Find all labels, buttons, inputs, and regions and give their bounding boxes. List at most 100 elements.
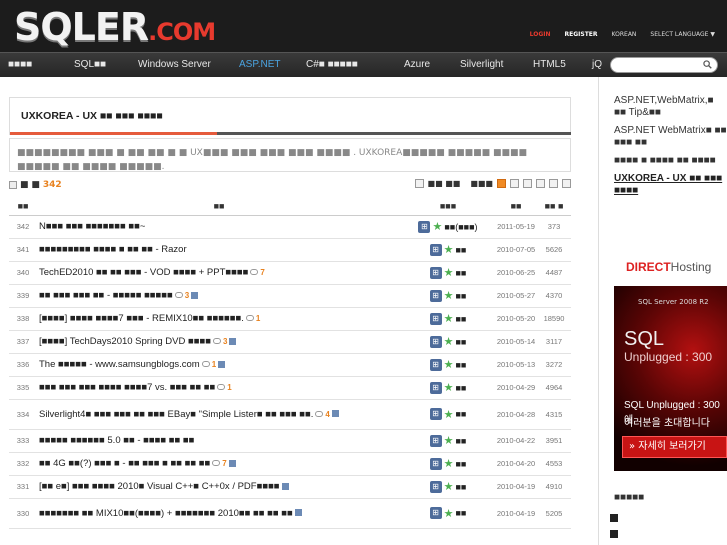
post-title-link[interactable]: ■■■ ■■■ ■■■ ■■■■ ■■■■7 vs. ■■■ ■■ ■■ [39, 382, 215, 393]
writer[interactable]: ⊞ ★ ■■ [429, 243, 466, 256]
nav-item-jquery[interactable]: jQ [592, 53, 602, 77]
sidebar-link-current[interactable]: UXKOREA - UX ■■ ■■■ ■■■■ [614, 173, 727, 197]
post-views: 3951 [537, 429, 571, 453]
writer[interactable]: ⊞ ★ ■■ [429, 381, 466, 394]
table-row[interactable]: 330 ■■■■■■■ ■■ MIX10■■(■■■■) + ■■■■■■■ 20… [9, 498, 571, 529]
table-row[interactable]: 332 ■■ 4G ■■(?) ■■■ ■ - ■■ ■■■ ■ ■■ ■■ ■■… [9, 452, 571, 476]
post-views: 4370 [537, 284, 571, 308]
star-icon: ★ [443, 458, 454, 470]
post-title-link[interactable]: ■■ ■■■ ■■■ ■■ - ■■■■■ ■■■■■ [39, 290, 173, 301]
comment-count[interactable]: 4 [325, 410, 329, 419]
member-icon: ⊞ [429, 507, 442, 519]
post-number: 341 [9, 238, 37, 262]
comment-count[interactable]: 7 [222, 459, 226, 468]
table-header-row: ■■ ■■ ■■■ ■■ ■■ ■ [9, 197, 571, 216]
member-icon: ⊞ [429, 381, 442, 394]
webzine-view-icon[interactable] [549, 179, 558, 188]
writer[interactable]: ⊞ ★ ■■ [429, 457, 466, 470]
member-icon: ⊞ [429, 289, 442, 302]
list-view-icon[interactable] [536, 179, 545, 188]
table-row[interactable]: 341 ■■■■■■■■■ ■■■■ ■ ■■ ■■ - Razor ⊞ ★ ■■ 201… [9, 238, 571, 262]
ad-more-button[interactable]: » 자세히 보러가기 [622, 436, 727, 458]
post-title-link[interactable]: TechED2010 ■■ ■■ ■■■ - VOD ■■■■ + PPT■■■… [39, 267, 248, 278]
writer[interactable]: ⊞ ★ ■■ [429, 312, 467, 325]
post-title-link[interactable]: ■■ 4G ■■(?) ■■■ ■ - ■■ ■■■ ■ ■■ ■■ ■■ [39, 458, 210, 469]
login-link[interactable]: LOGIN [530, 31, 551, 38]
nav-item-aspnet[interactable]: ASP.NET [239, 53, 281, 77]
search-input[interactable] [617, 58, 703, 72]
post-title-link[interactable]: The ■■■■■ - www.samsungblogs.com [39, 359, 200, 370]
post-writer-cell: ⊞ ★ ■■ [401, 376, 495, 400]
post-title-link[interactable]: ■■■■■■■ ■■ MIX10■■(■■■■) + ■■■■■■■ 2010■… [39, 508, 293, 519]
sidebar-link-3[interactable]: ■■■■ ■ ■■■■ ■■ ■■■■ [614, 155, 727, 167]
post-title-link[interactable]: [■■■■] TechDays2010 Spring DVD ■■■■ [39, 336, 211, 347]
nav-item-html5[interactable]: HTML5 [533, 53, 566, 77]
writer[interactable]: ⊞ ★ ■■(■■■) [418, 220, 478, 233]
gallery-view-icon[interactable] [562, 179, 571, 188]
sidebar-link-1[interactable]: ASP.NET,WebMatrix,■ ■■ Tip&■■ [614, 95, 727, 119]
writer[interactable]: ⊞ ★ ■■ [429, 408, 466, 421]
rss-icon[interactable] [497, 179, 506, 188]
tag-icon[interactable] [523, 179, 532, 188]
table-row[interactable]: 339 ■■ ■■■ ■■■ ■■ - ■■■■■ ■■■■■ 3 ⊞ ★ ■■ 2010-… [9, 284, 571, 308]
writer-name: ■■ [455, 313, 467, 324]
table-row[interactable]: 338 [■■■■] ■■■■ ■■■■7 ■■■ - REMIX10■■ ■■■… [9, 307, 571, 331]
table-row[interactable]: 336 The ■■■■■ - www.samsungblogs.com 1 ⊞ ★ ■■… [9, 353, 571, 377]
nav-item-sql[interactable]: SQL■■ [74, 53, 106, 77]
comment-count[interactable]: 1 [256, 314, 260, 323]
comment-count[interactable]: 7 [260, 268, 264, 277]
nav-item-silverlight[interactable]: Silverlight [460, 53, 503, 77]
writer[interactable]: ⊞ ★ ■■ [429, 480, 466, 493]
writer-name: ■■ [455, 435, 467, 446]
table-row[interactable]: 334 Silverlight4■ ■■■ ■■■ ■■ ■■■ EBay■ "S… [9, 399, 571, 430]
toolbar-label-2[interactable]: ■■■ [470, 179, 493, 188]
ad-banner[interactable]: DIRECTHosting SQL Server 2008 R2 SQL Unp… [614, 250, 727, 471]
post-title-link[interactable]: Silverlight4■ ■■■ ■■■ ■■ ■■■ EBay■ "Simp… [39, 409, 313, 420]
nav-item-windows-server[interactable]: Windows Server [138, 53, 211, 77]
writer-name: ■■ [455, 359, 467, 370]
comment-count[interactable]: 1 [227, 383, 231, 392]
comment-count[interactable]: 3 [185, 291, 189, 300]
table-row[interactable]: 342 N■■■ ■■■ ■■■■■■■ ■■~ ⊞ ★ ■■(■■■) 2011-05-… [9, 215, 571, 239]
korean-link[interactable]: KOREAN [612, 31, 637, 38]
writer-name: ■■(■■■) [444, 221, 478, 232]
ad-visual: SQL Server 2008 R2 SQL Unplugged : 300 S… [614, 286, 727, 471]
ad-brand: DIRECTHosting [614, 250, 727, 286]
post-title-link[interactable]: ■■■■■■■■■ ■■■■ ■ ■■ ■■ - Razor [39, 244, 187, 255]
search-icon[interactable] [703, 60, 712, 69]
post-date: 2010-04-28 [495, 399, 537, 430]
table-row[interactable]: 331 [■■ e■] ■■■ ■■■■ 2010■ Visual C++■ C+… [9, 475, 571, 499]
table-row[interactable]: 337 [■■■■] TechDays2010 Spring DVD ■■■■ 3 ⊞… [9, 330, 571, 354]
writer-name: ■■ [455, 336, 467, 347]
post-views: 373 [537, 215, 571, 239]
comment-count[interactable]: 1 [212, 360, 216, 369]
nav-item-azure[interactable]: Azure [404, 53, 430, 77]
writer[interactable]: ⊞ ★ ■■ [429, 266, 466, 279]
language-select[interactable]: SELECT LANGUAGE ▼ [650, 31, 715, 38]
register-link[interactable]: REGISTER [565, 31, 598, 38]
comment-count[interactable]: 3 [223, 337, 227, 346]
table-row[interactable]: 340 TechED2010 ■■ ■■ ■■■ - VOD ■■■■ + PPT… [9, 261, 571, 285]
sidebar-link-2[interactable]: ASP.NET WebMatrix■ ■■ ■■■ ■■ [614, 125, 727, 149]
category-title[interactable]: UXKOREA - UX ■■ ■■■ ■■■■ [21, 110, 163, 122]
post-number: 332 [9, 452, 37, 476]
table-row[interactable]: 335 ■■■ ■■■ ■■■ ■■■■ ■■■■7 vs. ■■■ ■■ ■■ 1… [9, 376, 571, 400]
post-title-link[interactable]: N■■■ ■■■ ■■■■■■■ ■■~ [39, 221, 145, 232]
writer[interactable]: ⊞ ★ ■■ [429, 507, 466, 520]
post-title-link[interactable]: ■■■■■ ■■■■■■ 5.0 ■■ - ■■■■ ■■ ■■ [39, 435, 194, 446]
nav-item-csharp[interactable]: C#■ ■■■■■ [306, 53, 358, 77]
table-row[interactable]: 333 ■■■■■ ■■■■■■ 5.0 ■■ - ■■■■ ■■ ■■ ⊞ ★ ■■ 2… [9, 429, 571, 453]
writer[interactable]: ⊞ ★ ■■ [429, 335, 467, 348]
writer[interactable]: ⊞ ★ ■■ [429, 434, 467, 447]
post-views: 18590 [537, 307, 571, 331]
writer[interactable]: ⊞ ★ ■■ [429, 289, 466, 302]
post-title-link[interactable]: [■■■■] ■■■■ ■■■■7 ■■■ - REMIX10■■ ■■■■■■… [39, 313, 244, 324]
toolbar-label[interactable]: ■■ ■■ [428, 179, 461, 188]
post-title-link[interactable]: [■■ e■] ■■■ ■■■■ 2010■ Visual C++■ C++0x… [39, 481, 280, 492]
attachment-icon [218, 360, 226, 368]
post-date: 2011-05-19 [495, 215, 537, 239]
writer[interactable]: ⊞ ★ ■■ [429, 358, 467, 371]
help-icon[interactable] [510, 179, 519, 188]
site-logo[interactable]: SQLER .COM [14, 5, 216, 49]
nav-item-home[interactable]: ■■■■ [8, 53, 32, 77]
